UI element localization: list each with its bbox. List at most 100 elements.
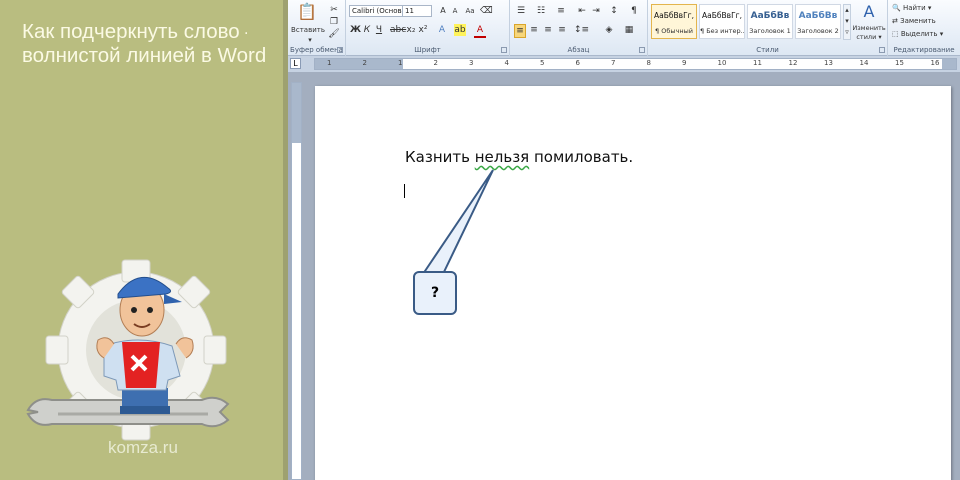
- question-callout: ?: [413, 271, 457, 315]
- paste-icon[interactable]: 📋: [296, 2, 318, 22]
- borders-icon[interactable]: ▦: [622, 24, 636, 36]
- paragraph-group-label: Абзац: [567, 46, 590, 54]
- clipboard-group: 📋 Вставить ▾ ✂ ❐ 🖌 Буфер обмена: [288, 0, 346, 56]
- cut-icon[interactable]: ✂: [328, 4, 340, 16]
- ruler-number: 10: [717, 59, 727, 67]
- ruler-number: 4: [504, 59, 509, 67]
- ruler-number: 2: [433, 59, 438, 67]
- italic-icon[interactable]: К: [362, 24, 372, 36]
- format-painter-icon[interactable]: 🖌: [328, 28, 340, 40]
- decrease-indent-icon[interactable]: ⇤: [576, 5, 588, 17]
- style-sample: АаБбВв: [798, 11, 838, 21]
- vertical-ruler[interactable]: [291, 82, 302, 480]
- select-label: Выделить: [900, 30, 938, 38]
- show-marks-icon[interactable]: ¶: [628, 5, 640, 17]
- replace-button[interactable]: ⇄ Заменить: [892, 15, 956, 27]
- strikethrough-icon[interactable]: abc: [390, 24, 406, 36]
- shading-icon[interactable]: ◈: [602, 24, 616, 36]
- vruler-margin-top: [292, 83, 301, 143]
- paste-dropdown-icon[interactable]: ▾: [292, 34, 328, 46]
- editing-group-label: Редактирование: [893, 46, 955, 54]
- change-styles-line2: стили: [856, 33, 877, 41]
- clipboard-launcher-icon[interactable]: [337, 47, 343, 53]
- text-caret: [404, 184, 405, 198]
- find-button[interactable]: 🔍 Найти ▾: [892, 2, 956, 14]
- text-effects-icon[interactable]: A: [436, 24, 448, 36]
- ruler-number: 7: [611, 59, 616, 67]
- justify-icon[interactable]: ≡: [556, 24, 568, 36]
- multilevel-list-icon[interactable]: ≡: [554, 5, 568, 17]
- highlight-icon[interactable]: ab: [454, 24, 466, 36]
- align-center-icon[interactable]: ≡: [528, 24, 540, 36]
- superscript-icon[interactable]: x²: [418, 24, 428, 36]
- subscript-icon[interactable]: x₂: [406, 24, 416, 36]
- bold-icon[interactable]: Ж: [350, 24, 361, 36]
- style-heading-2[interactable]: АаБбВв Заголовок 2: [795, 4, 841, 39]
- ruler-number: 2: [362, 59, 367, 67]
- font-launcher-icon[interactable]: [501, 47, 507, 53]
- line-spacing-icon[interactable]: ↕≡: [574, 24, 589, 36]
- ruler-number: 14: [859, 59, 869, 67]
- site-name[interactable]: komza.ru: [108, 438, 178, 458]
- banner-title: Как подчеркнуть слово волнистой линией в…: [22, 20, 277, 68]
- banner-title-line2: волнистой линией в Word: [22, 44, 267, 67]
- ruler-number: 3: [469, 59, 474, 67]
- change-case-icon[interactable]: Aa: [464, 5, 476, 17]
- style-sample: АаБбВв: [750, 11, 790, 21]
- select-button[interactable]: ⬚ Выделить ▾: [892, 28, 956, 40]
- ruler-number: 11: [753, 59, 762, 67]
- clear-formatting-icon[interactable]: ⌫: [480, 5, 493, 17]
- styles-group: АаБбВвГг, ¶ Обычный АаБбВвГг, ¶ Без инте…: [648, 0, 888, 56]
- ruler-number: 5: [540, 59, 545, 67]
- banner: Как подчеркнуть слово волнистой линией в…: [0, 0, 283, 480]
- font-name-select[interactable]: Calibri (Основ: [349, 5, 405, 17]
- align-left-icon[interactable]: ≡: [514, 24, 526, 38]
- bullets-icon[interactable]: ☰: [514, 5, 528, 17]
- font-color-icon[interactable]: A: [474, 24, 486, 38]
- change-styles-line1: Изменить: [852, 24, 886, 32]
- ruler-number: 13: [824, 59, 833, 67]
- styles-group-label: Стили: [756, 46, 779, 54]
- sort-icon[interactable]: ↕: [608, 5, 620, 17]
- style-no-spacing[interactable]: АаБбВвГг, ¶ Без интер...: [699, 4, 745, 39]
- font-group-label: Шрифт: [414, 46, 441, 54]
- paragraph-launcher-icon[interactable]: [639, 47, 645, 53]
- style-name: ¶ Обычный: [655, 27, 693, 35]
- horizontal-ruler[interactable]: 121234567891011121314151617: [314, 58, 957, 70]
- ruler-number: 8: [646, 59, 651, 67]
- tab-selector-icon[interactable]: L: [290, 58, 301, 69]
- editing-group: 🔍 Найти ▾ ⇄ Заменить ⬚ Выделить ▾ Редакт…: [888, 0, 960, 56]
- misspelled-word[interactable]: нельзя: [475, 148, 529, 166]
- style-heading-1[interactable]: АаБбВв Заголовок 1: [747, 4, 793, 39]
- style-name: Заголовок 2: [797, 27, 839, 35]
- increase-indent-icon[interactable]: ⇥: [590, 5, 602, 17]
- style-sample: АаБбВвГг,: [654, 11, 694, 20]
- style-name: ¶ Без интер...: [700, 27, 744, 35]
- shrink-font-icon[interactable]: A: [450, 5, 460, 17]
- banner-dot: ·: [244, 26, 249, 42]
- find-label: Найти: [902, 4, 926, 12]
- underline-icon[interactable]: Ч: [374, 24, 384, 36]
- word-window: 📋 Вставить ▾ ✂ ❐ 🖌 Буфер обмена Calibri …: [288, 0, 960, 480]
- grow-font-icon[interactable]: A: [438, 5, 448, 17]
- style-sample: АаБбВвГг,: [702, 11, 742, 20]
- text-before: Казнить: [405, 148, 475, 166]
- callout-pointer: [422, 169, 494, 275]
- numbering-icon[interactable]: ☷: [534, 5, 548, 17]
- document-page[interactable]: Казнить нельзя помиловать. ?: [315, 86, 951, 480]
- replace-label: Заменить: [900, 17, 936, 25]
- font-group: Calibri (Основ ▾ 11 A A Aa ⌫ Ж К Ч abc x…: [346, 0, 510, 56]
- document-text[interactable]: Казнить нельзя помиловать.: [405, 148, 633, 166]
- text-after: помиловать.: [529, 148, 634, 166]
- change-styles-icon[interactable]: A: [854, 2, 884, 22]
- align-right-icon[interactable]: ≡: [542, 24, 554, 36]
- banner-title-line1: Как подчеркнуть слово: [22, 20, 240, 43]
- copy-icon[interactable]: ❐: [328, 16, 340, 28]
- style-normal[interactable]: АаБбВвГг, ¶ Обычный: [651, 4, 697, 39]
- style-name: Заголовок 1: [749, 27, 791, 35]
- ruler-number: 16: [930, 59, 940, 67]
- ruler-number: 9: [682, 59, 687, 67]
- change-styles-button[interactable]: Изменить стили ▾: [850, 24, 888, 42]
- font-size-select[interactable]: 11: [402, 5, 432, 17]
- styles-launcher-icon[interactable]: [879, 47, 885, 53]
